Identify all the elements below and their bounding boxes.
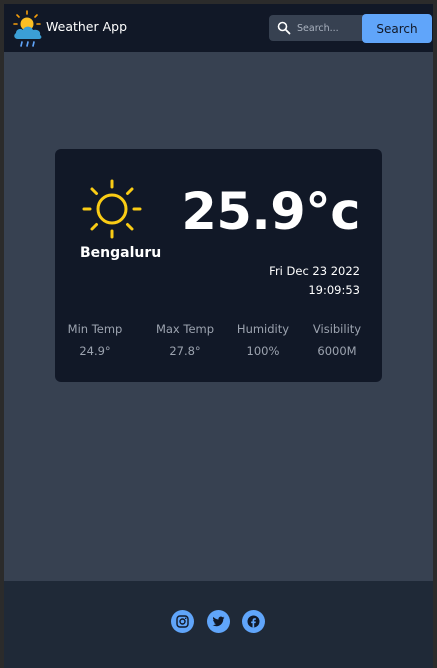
stat-label: Humidity — [236, 322, 290, 336]
twitter-icon — [212, 616, 225, 627]
cloud-sun-rain-icon — [13, 10, 42, 47]
stat-min-temp: Min Temp 24.9° — [55, 322, 135, 358]
stat-label: Min Temp — [67, 322, 123, 336]
search-box[interactable] — [269, 15, 365, 41]
facebook-link[interactable] — [242, 610, 265, 633]
search-icon — [277, 21, 291, 35]
stat-humidity: Humidity 100% — [223, 322, 303, 358]
stat-value: 100% — [246, 344, 280, 358]
stat-value: 6000M — [317, 344, 357, 358]
current-temperature: 25.9°c — [181, 183, 360, 242]
current-time: 19:09:53 — [308, 283, 360, 297]
weather-stats: Min Temp 24.9° Max Temp 27.8° Humidity 1… — [55, 322, 382, 362]
navbar: Weather App Search — [4, 4, 433, 52]
weather-card: Bengaluru 25.9°c Fri Dec 23 2022 19:09:5… — [55, 149, 382, 382]
stat-value: 27.8° — [169, 344, 201, 358]
app-title: Weather App — [46, 19, 128, 34]
app-window: Weather App Search Bengaluru — [4, 4, 433, 668]
facebook-icon — [247, 615, 260, 628]
twitter-link[interactable] — [207, 610, 230, 633]
stat-label: Visibility — [312, 322, 362, 336]
stat-max-temp: Max Temp 27.8° — [145, 322, 225, 358]
search-input[interactable] — [297, 15, 363, 41]
instagram-icon — [176, 615, 189, 628]
search-button[interactable]: Search — [362, 14, 432, 43]
instagram-link[interactable] — [171, 610, 194, 633]
sun-icon — [82, 179, 142, 239]
stat-visibility: Visibility 6000M — [297, 322, 377, 358]
current-date: Fri Dec 23 2022 — [269, 264, 360, 278]
stat-label: Max Temp — [155, 322, 215, 336]
city-name: Bengaluru — [80, 245, 162, 261]
stat-value: 24.9° — [79, 344, 111, 358]
